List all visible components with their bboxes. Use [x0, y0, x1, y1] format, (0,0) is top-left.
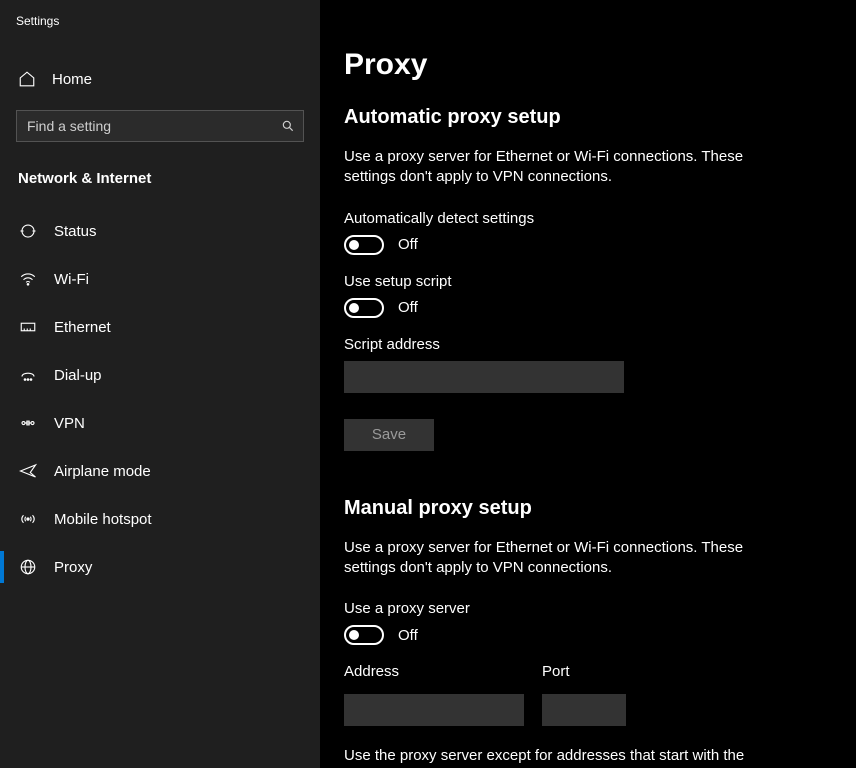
- script-address-input[interactable]: [344, 361, 624, 393]
- use-proxy-label: Use a proxy server: [344, 600, 832, 617]
- sidebar-item-label: Wi-Fi: [54, 271, 89, 288]
- main-content: Proxy Automatic proxy setup Use a proxy …: [320, 0, 856, 768]
- save-button[interactable]: Save: [344, 419, 434, 451]
- manual-description: Use a proxy server for Ethernet or Wi-Fi…: [344, 538, 784, 579]
- globe-icon: [18, 558, 38, 576]
- setup-script-toggle[interactable]: [344, 298, 384, 318]
- address-label: Address: [344, 663, 524, 680]
- setup-script-label: Use setup script: [344, 273, 832, 290]
- search-input[interactable]: [27, 118, 281, 134]
- wifi-icon: [18, 270, 38, 288]
- exceptions-description: Use the proxy server except for addresse…: [344, 746, 784, 768]
- section-auto-heading: Automatic proxy setup: [344, 106, 832, 129]
- status-icon: [18, 222, 38, 240]
- sidebar-item-airplane[interactable]: Airplane mode: [0, 447, 320, 495]
- script-address-label: Script address: [344, 336, 832, 353]
- home-icon: [18, 70, 36, 88]
- dialup-icon: [18, 366, 38, 384]
- sidebar-item-vpn[interactable]: VPN: [0, 399, 320, 447]
- auto-detect-state: Off: [398, 236, 418, 253]
- sidebar-item-label: Dial-up: [54, 367, 102, 384]
- sidebar-item-label: Status: [54, 223, 97, 240]
- sidebar-item-label: Airplane mode: [54, 463, 151, 480]
- airplane-icon: [18, 462, 38, 480]
- sidebar-item-proxy[interactable]: Proxy: [0, 543, 320, 591]
- page-title: Proxy: [344, 48, 832, 82]
- nav-home-label: Home: [52, 71, 92, 88]
- search-icon: [281, 119, 295, 133]
- auto-detect-label: Automatically detect settings: [344, 210, 832, 227]
- nav-home[interactable]: Home: [0, 60, 320, 98]
- sidebar-item-label: VPN: [54, 415, 85, 432]
- category-label: Network & Internet: [0, 170, 320, 187]
- setup-script-state: Off: [398, 299, 418, 316]
- use-proxy-state: Off: [398, 627, 418, 644]
- port-label: Port: [542, 663, 626, 680]
- sidebar-item-ethernet[interactable]: Ethernet: [0, 303, 320, 351]
- search-box[interactable]: [16, 110, 304, 142]
- use-proxy-toggle[interactable]: [344, 625, 384, 645]
- sidebar-item-label: Mobile hotspot: [54, 511, 152, 528]
- address-input[interactable]: [344, 694, 524, 726]
- hotspot-icon: [18, 510, 38, 528]
- sidebar-item-wifi[interactable]: Wi-Fi: [0, 255, 320, 303]
- app-title: Settings: [0, 10, 320, 28]
- section-manual-heading: Manual proxy setup: [344, 497, 832, 520]
- port-input[interactable]: [542, 694, 626, 726]
- sidebar-item-status[interactable]: Status: [0, 207, 320, 255]
- sidebar: Settings Home Network & Internet Status: [0, 0, 320, 768]
- vpn-icon: [18, 414, 38, 432]
- sidebar-item-hotspot[interactable]: Mobile hotspot: [0, 495, 320, 543]
- auto-detect-toggle[interactable]: [344, 235, 384, 255]
- sidebar-item-label: Proxy: [54, 559, 92, 576]
- sidebar-item-dialup[interactable]: Dial-up: [0, 351, 320, 399]
- sidebar-item-label: Ethernet: [54, 319, 111, 336]
- auto-description: Use a proxy server for Ethernet or Wi-Fi…: [344, 147, 784, 188]
- ethernet-icon: [18, 318, 38, 336]
